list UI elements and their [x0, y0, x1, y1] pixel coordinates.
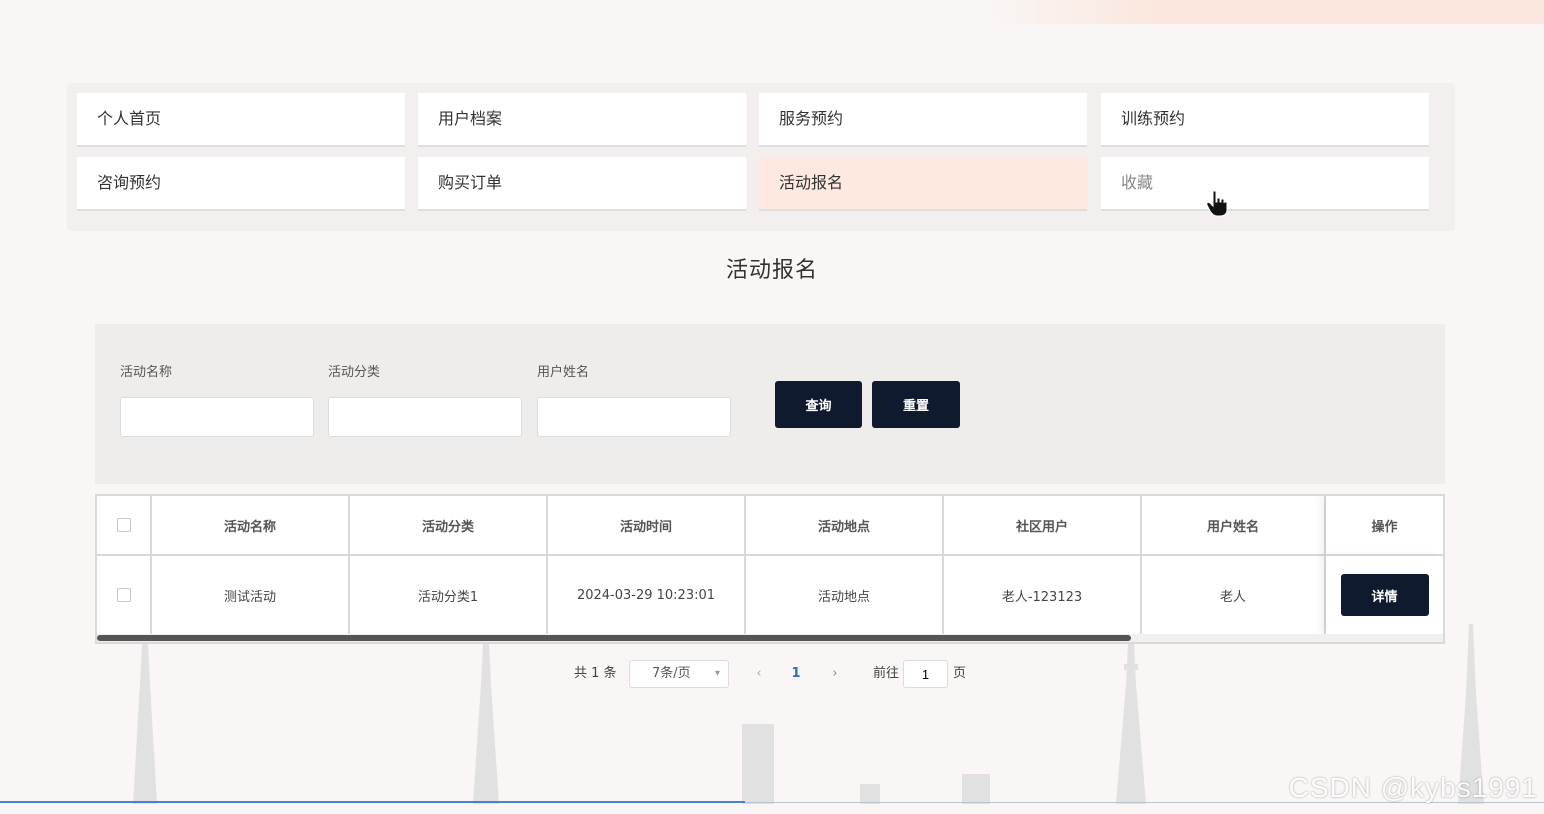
column-header-actions: 操作: [1326, 496, 1443, 556]
goto-page-input[interactable]: [903, 660, 948, 688]
table-cell: 测试活动: [152, 556, 350, 634]
row-checkbox[interactable]: [116, 588, 131, 602]
nav-item-activity-signup[interactable]: 活动报名: [759, 157, 1087, 211]
hand-cursor-icon: [1206, 190, 1228, 217]
column-header[interactable]: 用户姓名: [1142, 496, 1326, 556]
search-panel: 活动名称 活动分类 用户姓名 查询 重置: [95, 324, 1445, 484]
query-button[interactable]: 查询: [775, 381, 862, 428]
column-header[interactable]: 活动名称: [152, 496, 350, 556]
page-size-value: 7条/页: [652, 666, 691, 681]
page-unit-label: 页: [953, 666, 967, 681]
table-horizontal-scrollbar[interactable]: [97, 634, 1443, 642]
current-page-number[interactable]: 1: [785, 660, 807, 688]
select-all-cell: [97, 496, 152, 556]
nav-item-personal-home[interactable]: 个人首页: [77, 93, 405, 147]
column-header[interactable]: 活动时间: [548, 496, 746, 556]
reset-button[interactable]: 重置: [872, 381, 960, 428]
detail-button[interactable]: 详情: [1340, 574, 1429, 616]
top-accent-decoration: [984, 0, 1544, 24]
table-cell: 活动地点: [746, 556, 944, 634]
activity-name-label: 活动名称: [120, 365, 173, 380]
user-nav-panel: 个人首页 用户档案 服务预约 训练预约 咨询预约 购买订单 活动报名 收藏: [67, 83, 1455, 231]
table-cell: 2024-03-29 10:23:01: [548, 556, 746, 634]
table-cell: 老人-123123: [944, 556, 1142, 634]
prev-page-button[interactable]: ‹: [748, 660, 770, 688]
row-actions-cell: 详情: [1326, 556, 1443, 634]
nav-item-service-booking[interactable]: 服务预约: [759, 93, 1087, 147]
column-header[interactable]: 活动分类: [350, 496, 548, 556]
nav-item-training-booking[interactable]: 训练预约: [1101, 93, 1429, 147]
nav-item-favorites[interactable]: 收藏: [1101, 157, 1429, 211]
user-name-label: 用户姓名: [537, 365, 590, 380]
activity-category-input[interactable]: [328, 397, 522, 437]
watermark-text: CSDN @kybs1991: [1288, 772, 1538, 803]
activity-signup-table: 活动名称 活动分类 活动时间 活动地点 社区用户 用户姓名 操作 测试活动 活动…: [95, 494, 1445, 644]
column-header[interactable]: 活动地点: [746, 496, 944, 556]
goto-label: 前往: [873, 666, 900, 681]
nav-item-purchase-orders[interactable]: 购买订单: [418, 157, 746, 211]
select-all-checkbox[interactable]: [116, 518, 131, 532]
nav-item-user-profile[interactable]: 用户档案: [418, 93, 746, 147]
nav-item-consult-booking[interactable]: 咨询预约: [77, 157, 405, 211]
next-page-button[interactable]: ›: [824, 660, 846, 688]
user-name-input[interactable]: [537, 397, 731, 437]
chevron-down-icon: ▾: [714, 668, 720, 679]
table-cell: 活动分类1: [350, 556, 548, 634]
scrollbar-thumb[interactable]: [97, 635, 1131, 641]
column-header[interactable]: 社区用户: [944, 496, 1142, 556]
bottom-progress-line: [0, 801, 745, 803]
activity-category-label: 活动分类: [328, 365, 381, 380]
activity-name-input[interactable]: [120, 397, 314, 437]
page-title: 活动报名: [725, 258, 818, 283]
row-select-cell: [97, 556, 152, 634]
page-size-select[interactable]: 7条/页 ▾: [629, 660, 729, 688]
pagination-total: 共 1 条: [574, 666, 617, 681]
table-cell: 老人: [1142, 556, 1326, 634]
